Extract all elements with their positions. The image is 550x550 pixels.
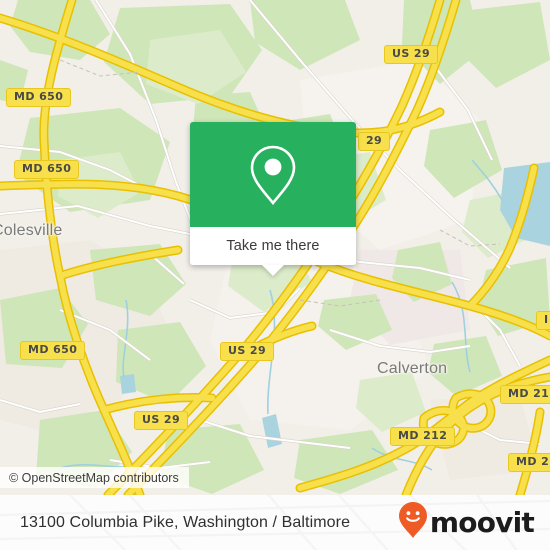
popup-pointer-tail: [262, 265, 284, 276]
moovit-pin-icon: [398, 501, 428, 544]
map-canvas[interactable]: Colesville Calverton MD 650 MD 650 MD 65…: [0, 0, 550, 495]
road-shield-route-edge-right[interactable]: I: [536, 311, 550, 330]
road-shield-md-650-north[interactable]: MD 650: [6, 88, 72, 107]
moovit-logo[interactable]: moovit: [398, 501, 535, 544]
place-label-colesville: Colesville: [0, 222, 63, 239]
osm-attribution[interactable]: © OpenStreetMap contributors: [0, 467, 189, 488]
map-pin-icon: [247, 142, 299, 208]
location-popup[interactable]: Take me there: [190, 122, 356, 276]
road-shield-us-29-center[interactable]: US 29: [220, 342, 274, 361]
road-shield-us-29-top[interactable]: US 29: [384, 45, 438, 64]
road-shield-md-650-south[interactable]: MD 650: [20, 341, 86, 360]
osm-attribution-text: © OpenStreetMap contributors: [9, 470, 179, 485]
road-shield-md-650-mid[interactable]: MD 650: [14, 160, 80, 179]
road-shield-md-212-east[interactable]: MD 212: [500, 385, 550, 404]
popup-image-area: [190, 122, 356, 227]
map-screenshot: Colesville Calverton MD 650 MD 650 MD 65…: [0, 0, 550, 550]
popup-action-bar[interactable]: Take me there: [190, 227, 356, 276]
road-shield-us-29-right[interactable]: 29: [358, 132, 391, 151]
bottom-info-bar: 13100 Columbia Pike, Washington / Baltim…: [0, 495, 550, 550]
take-me-there-label: Take me there: [226, 238, 320, 254]
address-label: 13100 Columbia Pike, Washington / Baltim…: [20, 513, 351, 531]
moovit-wordmark: moovit: [429, 505, 535, 539]
road-shield-md-212-southeast[interactable]: MD 212: [508, 453, 550, 472]
road-shield-us-29-bottom[interactable]: US 29: [134, 411, 188, 430]
road-shield-md-212-center[interactable]: MD 212: [390, 427, 456, 446]
place-label-calverton: Calverton: [377, 360, 448, 377]
